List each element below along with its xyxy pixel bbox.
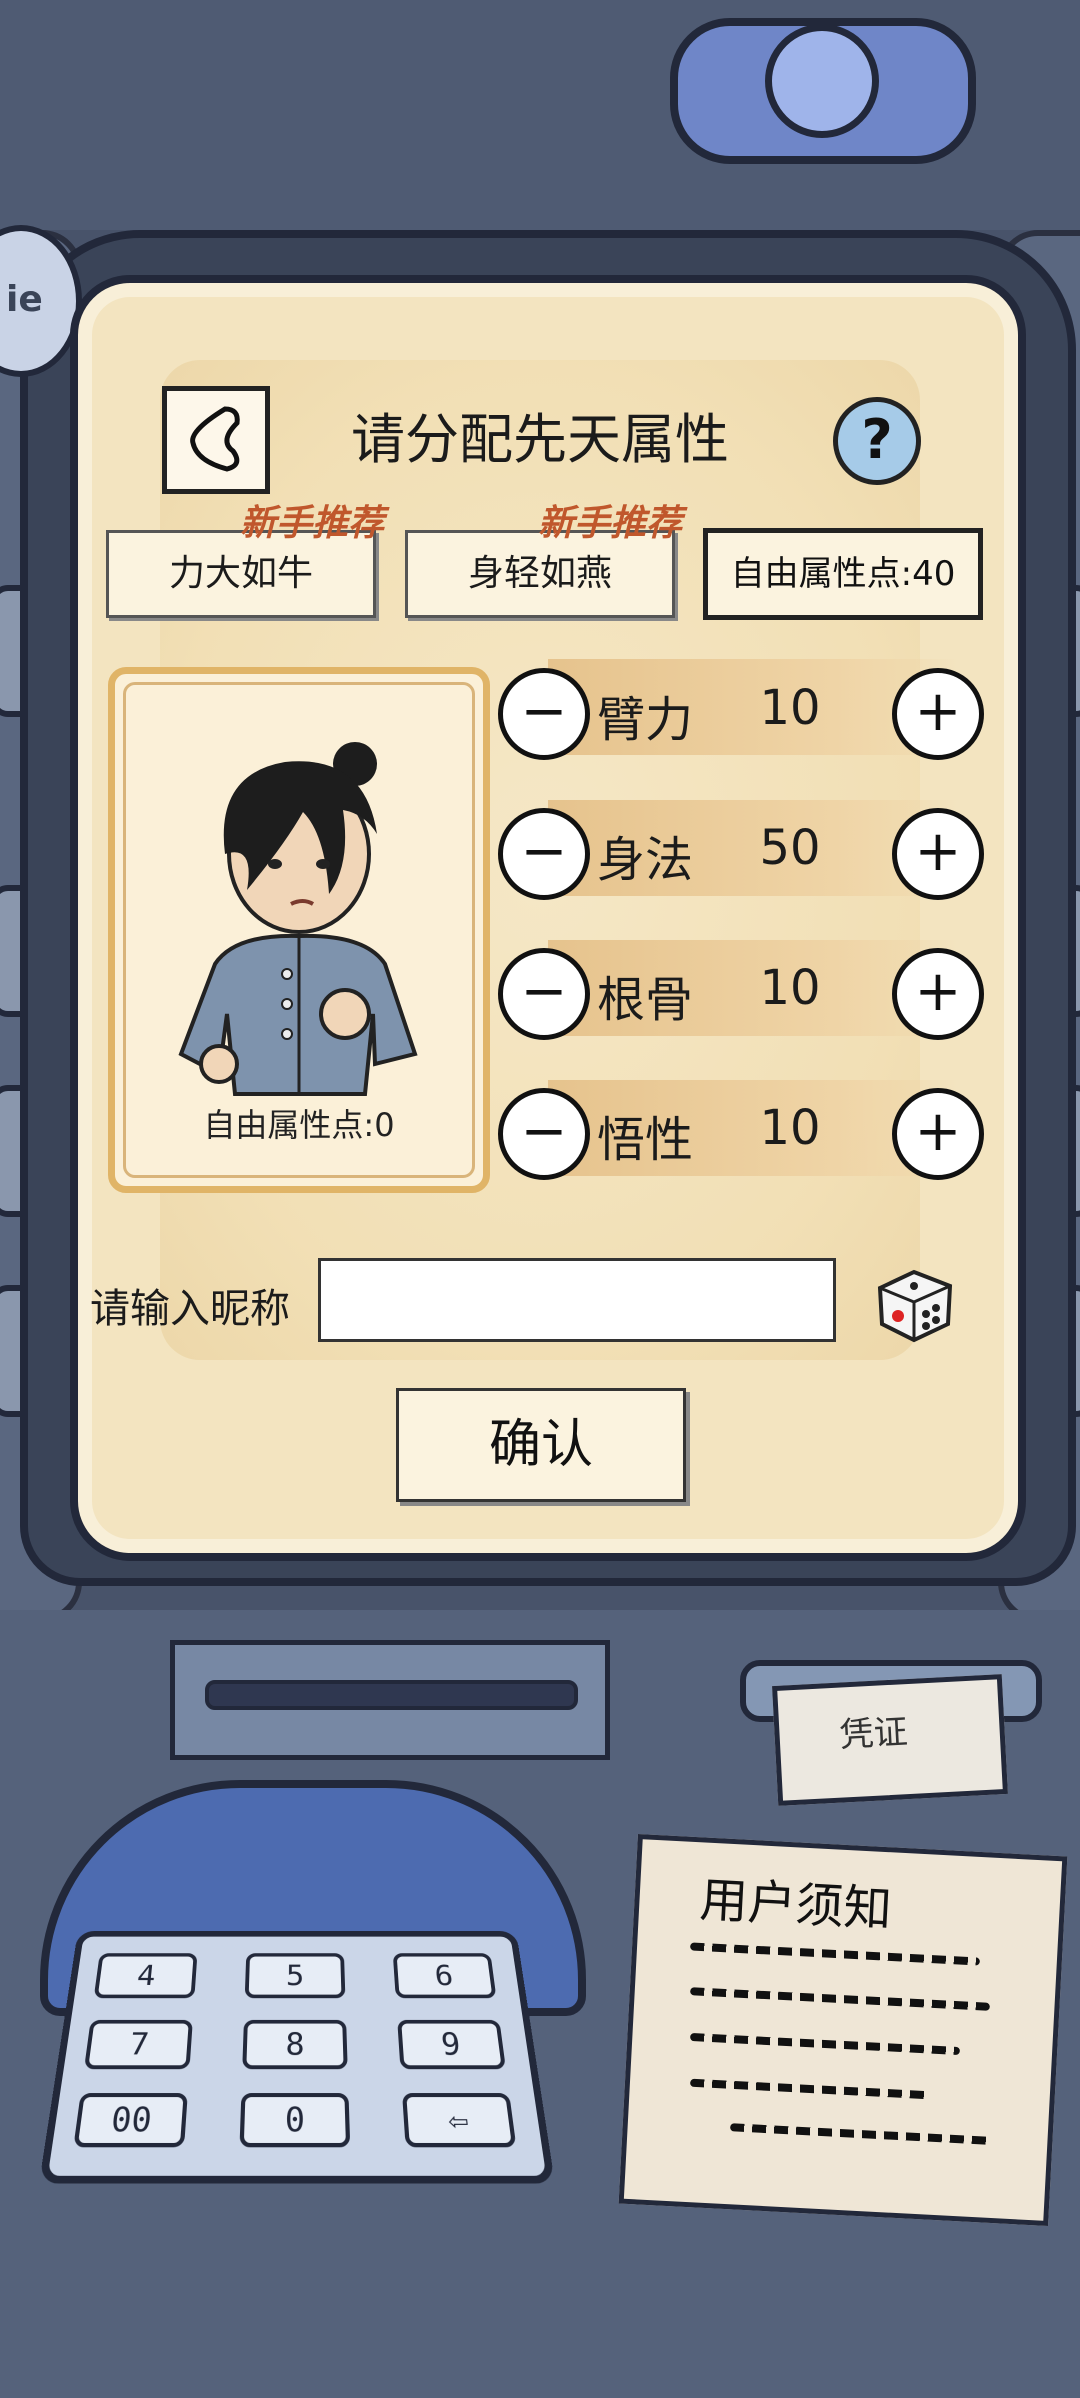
camera-lens-icon (765, 24, 879, 138)
stat-name: 悟性 (597, 1112, 694, 1168)
recommend-tag: 新手推荐 (538, 503, 683, 544)
keypad-key: 00 (73, 2093, 188, 2148)
character-illustration (178, 742, 418, 1096)
nickname-label: 请输入昵称 (90, 1286, 290, 1332)
decrease-constitution-button[interactable]: − (498, 948, 590, 1040)
card-slot (205, 1680, 578, 1710)
keypad-key: 5 (244, 1953, 346, 1999)
keypad: 4 5 6 7 8 9 00 0 ⇦ (38, 1930, 556, 2184)
nickname-input[interactable] (318, 1258, 836, 1342)
receipt-card: 凭证 (772, 1674, 1008, 1806)
keypad-key: 9 (397, 2019, 506, 2070)
keypad-key: 0 (239, 2093, 351, 2148)
keypad-key: ⇦ (402, 2093, 517, 2148)
notice-title: 用户须知 (698, 1872, 894, 1938)
increase-agility-button[interactable]: + (892, 808, 984, 900)
increase-constitution-button[interactable]: + (892, 948, 984, 1040)
stat-name: 臂力 (597, 692, 694, 748)
free-points-display: 自由属性点:40 (703, 528, 983, 620)
receipt-text: 凭证 (838, 1712, 909, 1756)
keypad-key: 8 (242, 2019, 348, 2070)
page-title: 请分配先天属性 (351, 408, 729, 471)
keypad-key: 7 (83, 2019, 193, 2070)
confirm-button[interactable]: 确认 (396, 1388, 686, 1502)
keypad-key: 4 (93, 1953, 198, 1999)
increase-strength-button[interactable]: + (892, 668, 984, 760)
keypad-key: 6 (392, 1953, 497, 1999)
help-icon[interactable]: ? (833, 397, 921, 485)
decrease-agility-button[interactable]: − (498, 808, 590, 900)
stat-value: 10 (759, 1100, 821, 1156)
stat-value: 10 (759, 960, 821, 1016)
recommend-tag: 新手推荐 (240, 503, 385, 544)
stat-name: 根骨 (597, 972, 694, 1028)
back-button[interactable] (162, 386, 270, 494)
decrease-strength-button[interactable]: − (498, 668, 590, 760)
badge-text: ie (6, 279, 43, 320)
increase-comprehension-button[interactable]: + (892, 1088, 984, 1180)
decrease-comprehension-button[interactable]: − (498, 1088, 590, 1180)
back-arrow-icon (190, 406, 240, 472)
stat-value: 10 (759, 680, 821, 736)
portrait-free-points: 自由属性点:0 (203, 1106, 395, 1144)
stat-value: 50 (759, 820, 821, 876)
random-dice-icon[interactable] (870, 1258, 958, 1346)
stat-name: 身法 (597, 832, 694, 888)
